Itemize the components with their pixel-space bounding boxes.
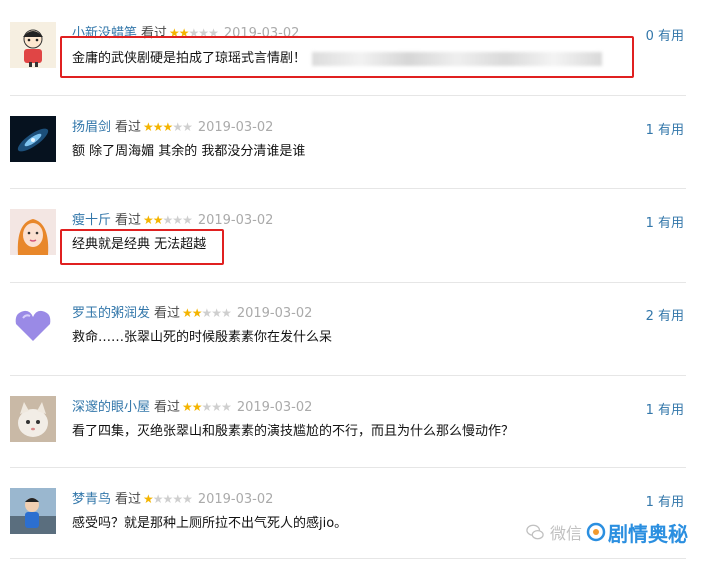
username-link[interactable]: 扬眉剑 [72,120,111,135]
username-link[interactable]: 深邃的眼小屋 [72,400,150,415]
useful-votes-link[interactable]: 1 有用 [646,399,684,418]
avatar[interactable] [10,302,56,348]
useful-votes-link[interactable]: 1 有用 [646,119,684,138]
avatar-image [10,22,56,68]
watched-label: 看过 [154,400,181,415]
review-date: 2019-03-02 [197,120,274,135]
review-meta: 梦青鸟 看过 ★★★★★ 2019-03-02 [72,490,273,508]
divider [10,282,686,283]
comment-text: 额 除了周海媚 其余的 我都没分清谁是谁 [72,144,306,159]
username-link[interactable]: 瘦十斤 [72,213,111,228]
divider [10,188,686,189]
divider [10,558,686,559]
star-rating: ★★★★★ [143,120,193,134]
review-meta: 罗玉的粥润发 看过 ★★★★★ 2019-03-02 [72,304,312,322]
avatar[interactable] [10,116,56,162]
useful-votes-link[interactable]: 0 有用 [646,25,684,44]
watermark: 微信 剧情奥秘 [526,514,688,550]
avatar-image [10,488,56,534]
avatar[interactable] [10,488,56,534]
avatar-image [10,116,56,162]
watched-label: 看过 [115,492,142,507]
review-meta: 深邃的眼小屋 看过 ★★★★★ 2019-03-02 [72,398,312,416]
comment-text: 救命……张翠山死的时候殷素素你在发什么呆 [72,330,333,345]
useful-votes-link[interactable]: 2 有用 [646,305,684,324]
watched-label: 看过 [115,120,142,135]
useful-votes-link[interactable]: 1 有用 [646,491,684,510]
review-date: 2019-03-02 [197,213,274,228]
avatar[interactable] [10,22,56,68]
avatar[interactable] [10,209,56,255]
highlight-box [60,36,634,78]
review-date: 2019-03-02 [236,400,313,415]
avatar-image [10,209,56,255]
useful-votes-link[interactable]: 1 有用 [646,212,684,231]
divider [10,95,686,96]
avatar-image [10,302,56,348]
highlight-box [60,229,224,265]
comment-text: 感受吗？就是那种上厕所拉不出气死人的感jio。 [72,516,348,531]
avatar[interactable] [10,396,56,442]
review-date: 2019-03-02 [236,306,313,321]
username-link[interactable]: 罗玉的粥润发 [72,306,150,321]
comment-text: 看了四集，灭绝张翠山和殷素素的演技尴尬的不行，而且为什么那么慢动作？ [72,424,515,439]
star-rating: ★★★★★ [143,492,193,506]
watched-label: 看过 [115,213,142,228]
watermark-title: 剧情奥秘 [608,521,688,546]
wechat-icon [526,524,544,540]
star-rating: ★★★★★ [182,400,232,414]
divider [10,467,686,468]
review-date: 2019-03-02 [197,492,274,507]
avatar-image [10,396,56,442]
divider [10,375,686,376]
watermark-prefix: 微信 [549,524,582,543]
star-rating: ★★★★★ [143,213,193,227]
brand-logo-icon [586,522,606,542]
review-meta: 瘦十斤 看过 ★★★★★ 2019-03-02 [72,211,273,229]
review-meta: 扬眉剑 看过 ★★★★★ 2019-03-02 [72,118,273,136]
watched-label: 看过 [154,306,181,321]
username-link[interactable]: 梦青鸟 [72,492,111,507]
star-rating: ★★★★★ [182,306,232,320]
